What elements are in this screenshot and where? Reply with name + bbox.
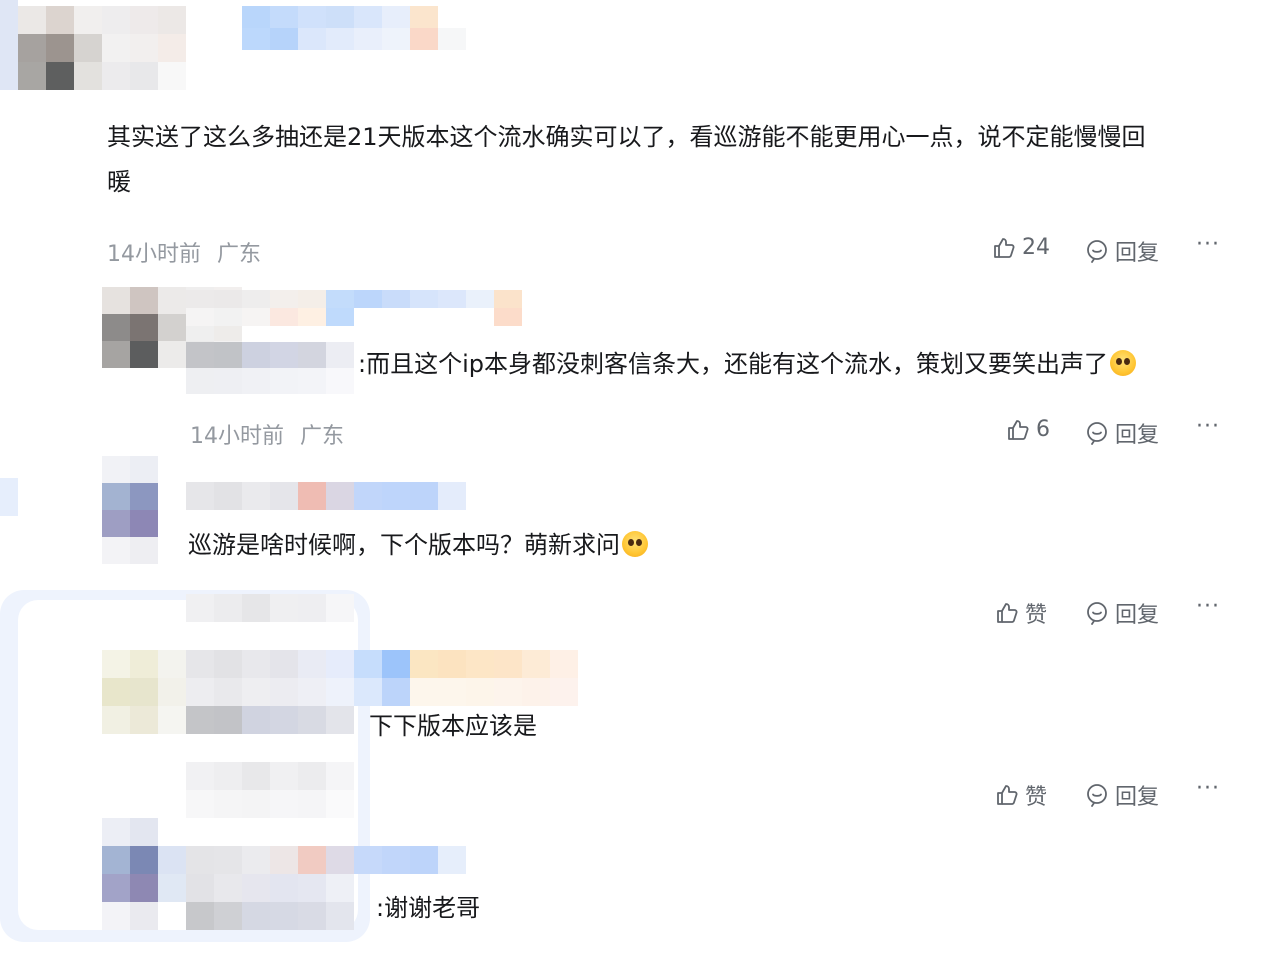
comment-region: 广东	[300, 424, 345, 449]
avatar[interactable]	[18, 6, 186, 90]
thumbs-up-icon	[997, 785, 1018, 805]
comment-time: 14小时前	[107, 242, 201, 267]
like-button[interactable]: 赞	[995, 779, 1047, 811]
left-edge-decoration	[0, 478, 18, 516]
thumbs-up-icon	[997, 603, 1018, 623]
avatar[interactable]	[102, 456, 158, 564]
username-blurred[interactable]	[186, 482, 466, 510]
more-options-button[interactable]: ···	[1196, 232, 1220, 257]
reply-text: :而且这个ip本身都没刺客信条大，还能有这个流水，策划又要笑出声了	[358, 342, 1136, 386]
reply-text: 下下版本应该是	[369, 712, 537, 740]
quoted-username-blurred	[186, 342, 354, 394]
like-label: 赞	[1025, 603, 1048, 628]
username-blurred[interactable]	[186, 650, 578, 706]
more-options-button[interactable]: ···	[1196, 594, 1220, 619]
like-count: 24	[1022, 235, 1050, 260]
thumbs-up-icon	[1008, 419, 1029, 440]
like-button[interactable]: 24	[992, 235, 1050, 260]
like-label: 赞	[1025, 785, 1048, 810]
like-button[interactable]: 6	[1006, 417, 1050, 442]
reply-label: 回复	[1115, 785, 1160, 810]
reply-label: 回复	[1115, 603, 1160, 628]
username-blurred[interactable]	[242, 6, 466, 50]
comment-text-continued: 暖	[107, 168, 131, 196]
comment-bubble-icon	[1087, 784, 1107, 807]
comment-region: 广东	[217, 242, 262, 267]
reply-button[interactable]: 回复	[1085, 235, 1159, 267]
reply-text: :谢谢老哥	[376, 894, 481, 922]
comment-text: 巡游是啥时候啊，下个版本吗？萌新求问	[188, 523, 648, 567]
reply-text-content: :而且这个ip本身都没刺客信条大，还能有这个流水，策划又要笑出声了	[358, 350, 1108, 378]
pleading-emoji-icon	[622, 531, 648, 557]
quoted-username-blurred	[186, 706, 354, 734]
left-edge-decoration	[0, 0, 18, 90]
more-options-button[interactable]: ···	[1196, 414, 1220, 439]
reply-label: 回复	[1115, 423, 1160, 448]
comment-time: 14小时前	[190, 424, 284, 449]
reply-button[interactable]: 回复	[1085, 597, 1159, 629]
reply-button[interactable]: 回复	[1085, 779, 1159, 811]
like-button[interactable]: 赞	[995, 597, 1047, 629]
comment-meta: 14小时前 广东	[190, 418, 344, 450]
like-count: 6	[1036, 417, 1050, 442]
quoted-username-blurred	[158, 874, 354, 930]
comment-text-content: 巡游是啥时候啊，下个版本吗？萌新求问	[188, 531, 620, 559]
more-options-button[interactable]: ···	[1196, 776, 1220, 801]
comment-text: 其实送了这么多抽还是21天版本这个流水确实可以了，看巡游能不能更用心一点，说不定…	[107, 123, 1146, 151]
laughing-emoji-icon	[1110, 350, 1136, 376]
reply-button[interactable]: 回复	[1085, 417, 1159, 449]
username-blurred[interactable]	[186, 290, 522, 326]
comment-bubble-icon	[1087, 602, 1107, 625]
comment-meta: 14小时前 广东	[107, 236, 261, 268]
blurred-overlay	[186, 762, 354, 818]
avatar[interactable]	[102, 818, 158, 930]
comment-bubble-icon	[1087, 240, 1107, 263]
username-blurred[interactable]	[158, 846, 466, 874]
comment-bubble-icon	[1087, 422, 1107, 445]
avatar[interactable]	[102, 650, 186, 734]
thumbs-up-icon	[994, 237, 1015, 258]
reply-label: 回复	[1115, 241, 1160, 266]
blurred-overlay	[186, 594, 354, 622]
